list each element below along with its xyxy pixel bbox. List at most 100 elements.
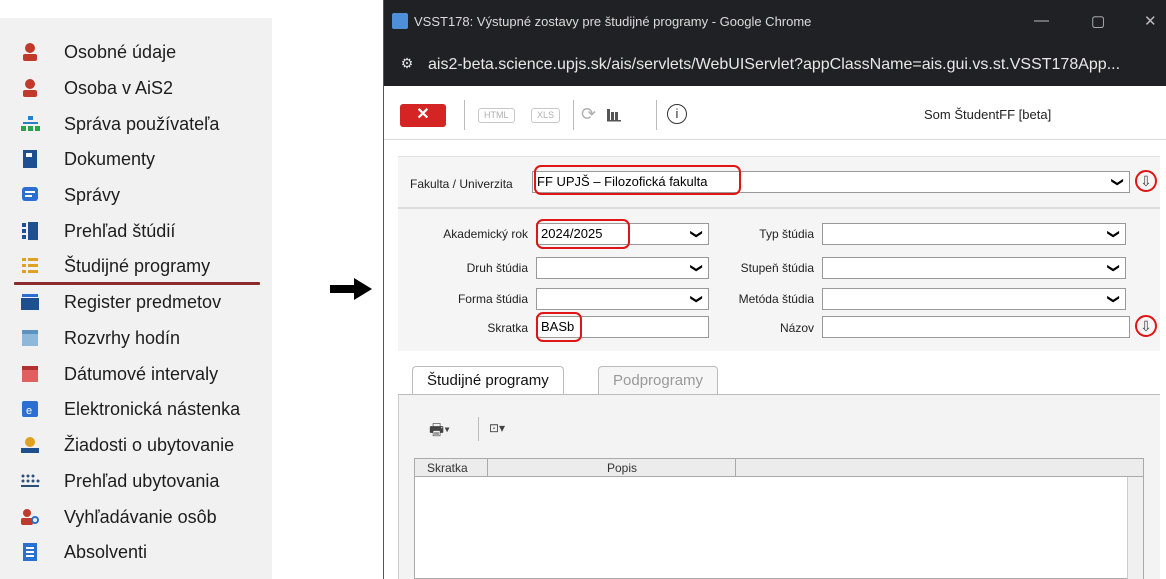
menu-item-osobne-udaje[interactable]: Osobné údaje	[0, 35, 272, 69]
stupen-label: Stupeň štúdia	[740, 261, 814, 275]
filter-panel: Fakulta / Univerzita FF UPJŠ – Filozofic…	[398, 156, 1160, 351]
metoda-select[interactable]: ❯	[822, 288, 1126, 310]
print-icon[interactable]: 🖶▾	[429, 419, 450, 446]
column-divider	[735, 459, 736, 477]
refresh-icon[interactable]: ⟳	[581, 104, 596, 125]
menu-item-sprava-pouzivatela[interactable]: Správa používateľa	[0, 107, 272, 141]
calendar-icon	[20, 328, 40, 348]
document-icon	[20, 149, 40, 169]
title-bar: VSST178: Výstupné zostavy pre študijné p…	[384, 0, 1166, 44]
skratka-label: Skratka	[487, 321, 528, 335]
menu-item-label: Študijné programy	[64, 255, 211, 276]
info-icon[interactable]: i	[667, 104, 687, 124]
board-icon: e	[20, 399, 40, 419]
druh-select[interactable]: ❯	[536, 257, 709, 279]
person-icon	[20, 42, 40, 62]
menu-item-label: Absolventi	[64, 541, 148, 562]
site-settings-icon[interactable]: ⚙	[397, 55, 417, 75]
list-icon	[20, 256, 40, 276]
menu-item-label: Dátumové intervaly	[64, 363, 219, 384]
maximize-button[interactable]: ▢	[1091, 12, 1105, 30]
dots-grid-icon	[20, 471, 40, 491]
person-icon	[20, 78, 40, 98]
druh-label: Druh štúdia	[466, 261, 528, 275]
menu-item-studijne-programy[interactable]: Študijné programy	[0, 249, 272, 283]
highlight-fakulta	[534, 165, 741, 195]
toolbar-separator	[656, 100, 657, 130]
menu-item-dokumenty[interactable]: Dokumenty	[0, 142, 272, 176]
menu-item-rozvrhy-hodin[interactable]: Rozvrhy hodín	[0, 321, 272, 355]
menu-item-datumove-intervaly[interactable]: Dátumové intervaly	[0, 357, 272, 391]
menu-item-label: Prehľad štúdií	[64, 220, 176, 241]
register-icon	[20, 292, 40, 312]
minimize-button[interactable]: —	[1034, 12, 1049, 29]
nazov-input[interactable]	[822, 316, 1130, 338]
tab-studijne-programy[interactable]: Študijné programy	[412, 366, 564, 395]
data-grid[interactable]: Skratka Popis	[414, 458, 1144, 579]
svg-text:e: e	[26, 405, 32, 417]
chevron-down-icon: ❯	[1106, 262, 1121, 274]
app-toolbar: ✕ HTML XLS ⟳ i Som ŠtudentFF [beta]	[384, 86, 1166, 140]
window-title: VSST178: Výstupné zostavy pre študijné p…	[414, 14, 812, 29]
vertical-scrollbar[interactable]	[1127, 477, 1143, 579]
menu-item-prehlad-studii[interactable]: Prehľad štúdií	[0, 214, 272, 248]
close-button[interactable]: ✕	[400, 104, 446, 127]
akad-rok-label: Akademický rok	[443, 227, 528, 241]
download-arrow-icon[interactable]: ⇩	[1135, 315, 1157, 337]
accommodation-request-icon	[20, 435, 40, 455]
chevron-down-icon: ❯	[1106, 228, 1121, 240]
download-arrow-icon[interactable]: ⇩	[1135, 170, 1157, 192]
close-window-button[interactable]: ✕	[1144, 12, 1157, 30]
highlight-skratka	[536, 312, 582, 342]
chevron-down-icon: ❯	[689, 262, 704, 274]
screenshot: Osobné údaje Osoba v AiS2 Správa používa…	[0, 0, 1166, 579]
side-menu: Osobné údaje Osoba v AiS2 Správa používa…	[0, 18, 272, 579]
menu-item-label: Žiadosti o ubytovanie	[64, 434, 235, 455]
app-icon	[392, 13, 408, 29]
section-divider	[398, 207, 1160, 209]
menu-item-label: Elektronická nástenka	[64, 398, 241, 419]
html-export-button[interactable]: HTML	[478, 108, 515, 123]
menu-item-osoba-v-ais2[interactable]: Osoba v AiS2	[0, 71, 272, 105]
active-item-underline	[14, 282, 260, 285]
menu-item-label: Register predmetov	[64, 291, 222, 312]
chevron-down-icon: ❯	[1106, 293, 1121, 305]
address-bar[interactable]: ⚙ ais2-beta.science.upjs.sk/ais/servlets…	[384, 44, 1166, 86]
study-overview-icon	[20, 221, 40, 241]
column-header-skratka[interactable]: Skratka	[427, 461, 468, 475]
typ-select[interactable]: ❯	[822, 223, 1126, 245]
column-header-popis[interactable]: Popis	[607, 461, 637, 475]
fakulta-label: Fakulta / Univerzita	[410, 177, 513, 191]
chevron-down-icon: ❯	[689, 228, 704, 240]
menu-item-vyhladavanie-osob[interactable]: Vyhľadávanie osôb	[0, 500, 272, 534]
highlight-akad-rok	[536, 219, 630, 249]
column-divider	[487, 459, 488, 477]
menu-item-absolventi[interactable]: Absolventi	[0, 535, 272, 569]
menu-item-label: Prehľad ubytovania	[64, 470, 220, 491]
org-chart-icon	[20, 114, 40, 134]
stupen-select[interactable]: ❯	[822, 257, 1126, 279]
menu-item-ziadosti-o-ubytovanie[interactable]: Žiadosti o ubytovanie	[0, 428, 272, 462]
menu-item-elektronicka-nastenka[interactable]: e Elektronická nástenka	[0, 392, 272, 426]
url-text[interactable]: ais2-beta.science.upjs.sk/ais/servlets/W…	[428, 56, 1120, 74]
grid-icon[interactable]	[606, 106, 622, 127]
chevron-down-icon: ❯	[1110, 176, 1125, 188]
export-icon[interactable]: ⊡▾	[489, 421, 505, 435]
menu-item-prehlad-ubytovania[interactable]: Prehľad ubytovania	[0, 464, 272, 498]
current-user: Som ŠtudentFF [beta]	[924, 107, 1052, 122]
xls-export-button[interactable]: XLS	[531, 108, 561, 123]
forma-select[interactable]: ❯	[536, 288, 709, 310]
panel-separator	[478, 417, 479, 441]
menu-item-register-predmetov[interactable]: Register predmetov	[0, 285, 272, 319]
calendar-red-icon	[20, 364, 40, 384]
menu-item-label: Správa používateľa	[64, 113, 220, 134]
right-arrow-icon	[330, 278, 372, 305]
menu-item-label: Osoba v AiS2	[64, 77, 174, 98]
browser-window: VSST178: Výstupné zostavy pre študijné p…	[383, 0, 1166, 579]
grid-header: Skratka Popis	[415, 459, 1143, 477]
menu-item-spravy[interactable]: Správy	[0, 178, 272, 212]
toolbar-separator	[573, 100, 574, 130]
typ-label: Typ štúdia	[759, 227, 814, 241]
nazov-label: Názov	[779, 321, 814, 335]
tab-podprogramy[interactable]: Podprogramy	[598, 366, 719, 395]
